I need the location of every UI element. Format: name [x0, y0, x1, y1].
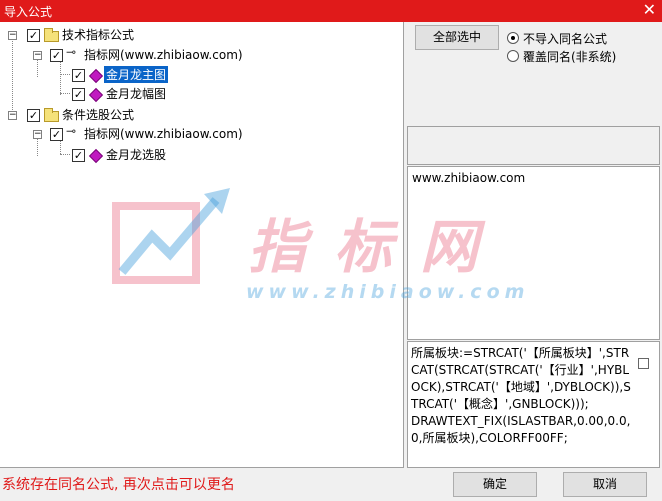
radio-overwrite-label[interactable]: 覆盖同名(非系统)	[523, 48, 616, 65]
formula-icon	[88, 148, 104, 164]
tree-connector	[60, 74, 70, 75]
status-message: 系统存在同名公式, 再次点击可以更名	[2, 477, 235, 493]
tree-group-label[interactable]: 技术指标公式	[62, 26, 134, 43]
tree-connector	[60, 154, 70, 155]
window-title: 导入公式	[4, 5, 53, 19]
collapse-toggle[interactable]: −	[8, 111, 17, 120]
tree-site-label[interactable]: 指标网(www.zhibiaow.com)	[84, 46, 243, 63]
folder-icon	[44, 108, 59, 122]
close-icon[interactable]: ✕	[643, 1, 656, 19]
tree-item-label[interactable]: 金月龙主图	[104, 66, 169, 83]
cancel-button[interactable]: 取消	[563, 472, 647, 497]
tree-group-label[interactable]: 条件选股公式	[62, 106, 134, 123]
formula-code-text: 所属板块:=STRCAT('【所属板块】',STRCAT(STRCAT(STRC…	[411, 346, 631, 445]
formula-icon	[88, 68, 104, 84]
folder-icon	[44, 28, 59, 42]
select-all-button[interactable]: 全部选中	[415, 25, 499, 50]
checkbox-checked[interactable]: ✓	[27, 29, 40, 42]
checkbox-checked[interactable]: ✓	[72, 88, 85, 101]
blank-panel	[407, 126, 660, 165]
radio-overwrite[interactable]	[507, 50, 519, 62]
key-icon: ⊸	[66, 124, 77, 138]
collapse-toggle[interactable]: −	[33, 51, 42, 60]
tree-connector	[60, 93, 70, 94]
collapse-toggle[interactable]: −	[8, 31, 17, 40]
tree-site-label[interactable]: 指标网(www.zhibiaow.com)	[84, 125, 243, 142]
formula-tree: − ✓ 技术指标公式 − ✓ ⊸ 指标网(www.zhibiaow.com) ✓…	[0, 22, 404, 468]
checkbox-checked[interactable]: ✓	[72, 69, 85, 82]
title-bar: 导入公式 ✕	[0, 0, 662, 22]
tree-item-label[interactable]: 金月龙幅图	[106, 85, 166, 102]
checkbox-checked[interactable]: ✓	[27, 109, 40, 122]
description-url: www.zhibiaow.com	[412, 171, 526, 185]
formula-icon	[88, 87, 104, 103]
radio-skip-label[interactable]: 不导入同名公式	[523, 30, 607, 47]
checkbox-checked[interactable]: ✓	[50, 128, 63, 141]
description-panel: www.zhibiaow.com	[407, 166, 660, 340]
collapse-toggle[interactable]: −	[33, 130, 42, 139]
tree-connector	[37, 57, 38, 77]
tree-connector	[12, 36, 13, 120]
tree-connector	[37, 136, 38, 156]
checkbox-unchecked[interactable]	[638, 358, 649, 369]
radio-skip-duplicates[interactable]	[507, 32, 519, 44]
tree-item-label[interactable]: 金月龙选股	[106, 146, 166, 163]
checkbox-checked[interactable]: ✓	[50, 49, 63, 62]
formula-code-panel[interactable]: 所属板块:=STRCAT('【所属板块】',STRCAT(STRCAT(STRC…	[407, 341, 660, 468]
checkbox-checked[interactable]: ✓	[72, 149, 85, 162]
key-icon: ⊸	[66, 45, 77, 59]
tree-connector	[60, 57, 61, 95]
ok-button[interactable]: 确定	[453, 472, 537, 497]
